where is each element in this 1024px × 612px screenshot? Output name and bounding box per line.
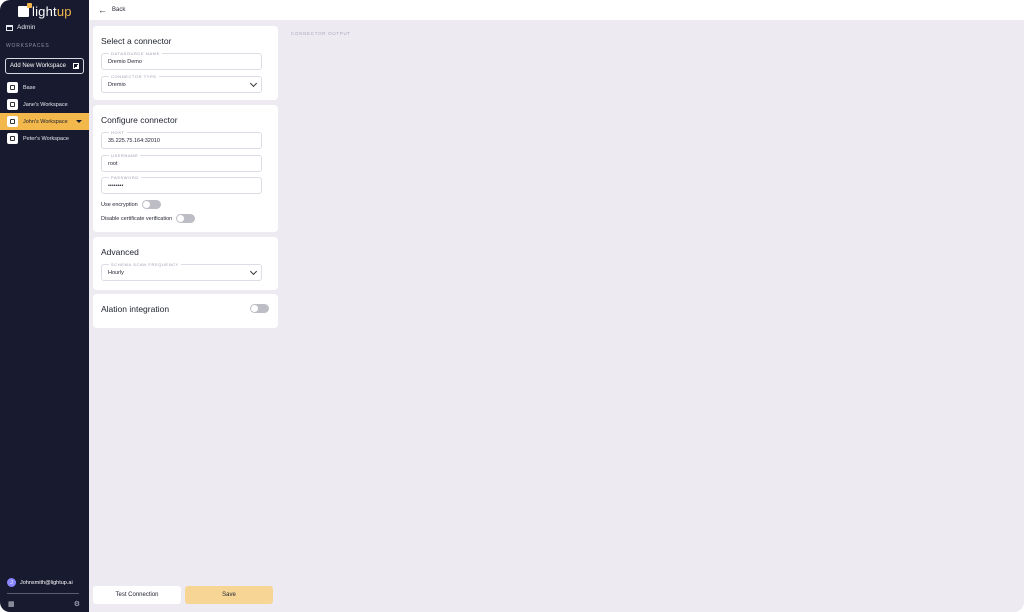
sidebar-divider (7, 593, 79, 594)
datasource-name-field[interactable]: DATASOURCE NAME Dremio Demo (101, 51, 262, 70)
connector-type-select[interactable]: CONNECTOR TYPE Dremio (101, 74, 262, 93)
username-value: root (108, 161, 118, 167)
test-connection-button[interactable]: Test Connection (93, 586, 181, 604)
workspace-item-peter[interactable]: Peter's Workspace (0, 130, 89, 147)
alation-title: Alation integration (101, 304, 170, 314)
sidebar: lightup Admin WORKSPACES Add New Workspa… (0, 0, 89, 612)
workspace-icon (7, 99, 18, 110)
username-label: USERNAME (109, 153, 141, 158)
add-workspace-label: Add New Workspace (10, 63, 66, 69)
back-arrow-icon[interactable]: ← (98, 5, 107, 15)
connector-type-label: CONNECTOR TYPE (109, 74, 159, 79)
configure-connector-card: Configure connector HOST 35.225.75.164:3… (93, 105, 278, 232)
select-connector-card: Select a connector DATASOURCE NAME Dremi… (93, 26, 278, 100)
workspace-label: Peter's Workspace (23, 135, 69, 142)
disable-cert-label: Disable certificate verification (101, 215, 173, 222)
schema-scan-frequency-value: Hourly (108, 270, 124, 276)
logo-text-light: light (32, 3, 57, 19)
workspace-item-base[interactable]: Base (0, 79, 89, 96)
workspace-label: Base (23, 84, 36, 91)
password-field[interactable]: PASSWORD •••••••• (101, 175, 262, 194)
lightup-logo[interactable]: lightup (18, 2, 72, 19)
use-encryption-toggle[interactable] (141, 200, 161, 209)
disable-cert-toggle[interactable] (176, 214, 196, 223)
avatar: J (7, 578, 16, 587)
advanced-card: Advanced SCHEMA SCAN FREQUENCY Hourly (93, 237, 278, 290)
save-button[interactable]: Save (185, 586, 273, 604)
workspace-icon (7, 116, 18, 127)
username-field[interactable]: USERNAME root (101, 153, 262, 172)
gear-icon[interactable]: ⚙ (74, 600, 80, 608)
schema-scan-frequency-select[interactable]: SCHEMA SCAN FREQUENCY Hourly (101, 262, 262, 281)
user-email: Johnsmith@lightup.ai (20, 579, 73, 586)
advanced-title: Advanced (101, 247, 139, 257)
logo-mark-icon (18, 2, 32, 17)
use-encryption-label: Use encryption (101, 201, 138, 208)
alation-toggle[interactable] (250, 304, 269, 313)
workspace-list: Base Jane's Workspace John's Workspace P… (0, 79, 89, 147)
chevron-down-icon (249, 79, 258, 88)
alation-card: Alation integration (93, 294, 278, 328)
disable-cert-row: Disable certificate verification (101, 214, 196, 223)
app-window: lightup Admin WORKSPACES Add New Workspa… (0, 0, 1024, 612)
host-label: HOST (109, 130, 127, 135)
user-profile[interactable]: J Johnsmith@lightup.ai (7, 578, 73, 587)
chevron-down-icon[interactable] (75, 120, 82, 123)
datasource-name-value: Dremio Demo (108, 59, 142, 65)
connector-type-value: Dremio (108, 82, 126, 88)
workspace-item-jane[interactable]: Jane's Workspace (0, 96, 89, 113)
add-workspace-button[interactable]: Add New Workspace (5, 58, 84, 74)
workspace-item-john[interactable]: John's Workspace (0, 113, 89, 130)
workspace-icon (7, 82, 18, 93)
password-label: PASSWORD (109, 175, 141, 180)
workspace-icon (7, 133, 18, 144)
host-value: 35.225.75.164:32010 (108, 138, 160, 144)
workspaces-heading: WORKSPACES (6, 43, 50, 49)
select-connector-title: Select a connector (101, 36, 172, 46)
add-workspace-icon (73, 63, 79, 69)
admin-icon (6, 24, 13, 31)
use-encryption-row: Use encryption (101, 200, 161, 209)
top-bar: ← Back (89, 0, 1024, 20)
chevron-down-icon (249, 267, 258, 276)
workspace-label: John's Workspace (23, 118, 68, 125)
connector-output-label: CONNECTOR OUTPUT (291, 31, 351, 36)
datasource-name-label: DATASOURCE NAME (109, 51, 162, 56)
back-link[interactable]: Back (112, 7, 125, 13)
password-value: •••••••• (108, 183, 124, 189)
collapse-sidebar-icon[interactable]: ▦ (8, 600, 15, 608)
schema-scan-frequency-label: SCHEMA SCAN FREQUENCY (109, 262, 181, 267)
logo-text-up: up (56, 3, 72, 19)
admin-link[interactable]: Admin (6, 24, 35, 31)
host-field[interactable]: HOST 35.225.75.164:32010 (101, 130, 262, 149)
admin-label: Admin (17, 24, 36, 31)
configure-connector-title: Configure connector (101, 115, 178, 125)
workspace-label: Jane's Workspace (23, 101, 68, 108)
